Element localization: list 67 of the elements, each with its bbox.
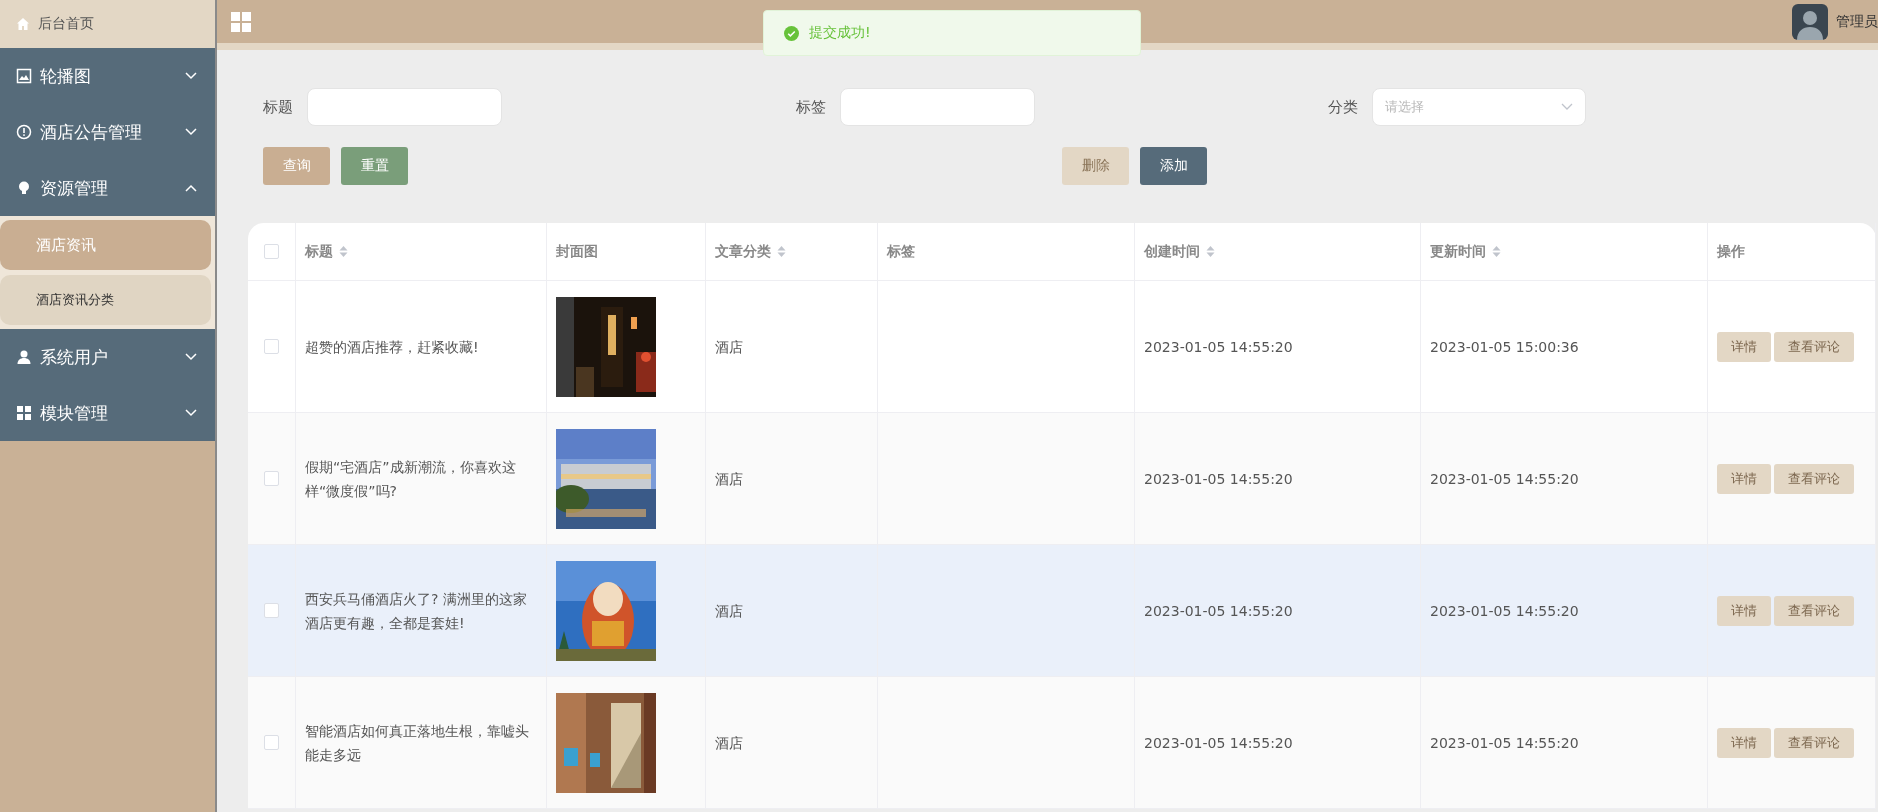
sort-icon[interactable]: [339, 245, 348, 258]
home-menu-item[interactable]: 后台首页: [0, 0, 215, 48]
toast-message: 提交成功!: [809, 24, 871, 42]
avatar[interactable]: [1792, 3, 1828, 40]
check-circle-icon: [784, 25, 799, 41]
checkbox[interactable]: [264, 339, 279, 354]
checkbox[interactable]: [264, 471, 279, 486]
grid-icon[interactable]: [231, 11, 251, 32]
details-button[interactable]: 详情: [1717, 727, 1771, 758]
sort-icon[interactable]: [1492, 245, 1501, 258]
category-select[interactable]: 请选择: [1372, 88, 1586, 126]
home-icon: [16, 17, 30, 31]
lightbulb-icon: [16, 180, 32, 196]
chevron-down-icon: [185, 409, 197, 417]
comments-button[interactable]: 查看评论: [1774, 331, 1854, 362]
table-cell-text: 2023-01-05 14:55:20: [1144, 469, 1293, 489]
table-cell-text: 西安兵马俑酒店火了? 满洲里的这家酒店更有趣，全都是套娃!: [305, 589, 528, 633]
submenu-item[interactable]: 酒店资讯分类: [0, 275, 211, 325]
checkbox[interactable]: [264, 735, 279, 750]
checkbox[interactable]: [264, 603, 279, 618]
image-icon: [16, 68, 32, 84]
sort-icon[interactable]: [1206, 245, 1215, 258]
comments-button[interactable]: 查看评论: [1774, 727, 1854, 758]
table-cell-text: 酒店: [715, 469, 743, 489]
table-cell-text: 智能酒店如何真正落地生根，靠嘘头能走多远: [305, 721, 530, 765]
table-cell-text: 2023-01-05 15:00:36: [1430, 337, 1579, 357]
table-cell-text: 酒店: [715, 733, 743, 753]
chevron-down-icon: [185, 353, 197, 361]
table-cell-text: 酒店: [715, 337, 743, 357]
field-label: 标题: [263, 97, 293, 117]
details-button[interactable]: 详情: [1717, 463, 1771, 494]
table-cell-text: 2023-01-05 14:55:20: [1430, 733, 1579, 753]
sidebar-item[interactable]: 资源管理: [0, 160, 215, 216]
reset-button[interactable]: 重置: [341, 147, 408, 185]
field-label: 分类: [1328, 97, 1358, 117]
query-button[interactable]: 查询: [263, 147, 330, 185]
table-cell-text: 2023-01-05 14:55:20: [1144, 733, 1293, 753]
sidebar-item[interactable]: 酒店公告管理: [0, 104, 215, 160]
sort-icon[interactable]: [777, 245, 786, 258]
chevron-down-icon: [1561, 103, 1573, 111]
grid-icon: [16, 405, 32, 421]
table-cell-text: 2023-01-05 14:55:20: [1430, 469, 1579, 489]
sidebar-item[interactable]: 轮播图: [0, 48, 215, 104]
checkbox[interactable]: [264, 244, 279, 259]
table-cell-text: 2023-01-05 14:55:20: [1430, 601, 1579, 621]
chevron-down-icon: [185, 72, 197, 80]
details-button[interactable]: 详情: [1717, 595, 1771, 626]
comments-button[interactable]: 查看评论: [1774, 463, 1854, 494]
comments-button[interactable]: 查看评论: [1774, 595, 1854, 626]
table-cell-text: 假期“宅酒店”成新潮流，你喜欢这样“微度假”吗?: [305, 457, 517, 501]
field-label: 标签: [796, 97, 826, 117]
user-icon: [16, 349, 32, 365]
sidebar-item[interactable]: 模块管理: [0, 385, 215, 441]
info-icon: [16, 124, 32, 140]
table-cell-text: 酒店: [715, 601, 743, 621]
submenu-item[interactable]: 酒店资讯: [0, 220, 211, 270]
user-name: 管理员: [1836, 12, 1878, 31]
input-field[interactable]: [307, 88, 502, 126]
sidebar-item[interactable]: 系统用户: [0, 329, 215, 385]
details-button[interactable]: 详情: [1717, 331, 1771, 362]
input-field[interactable]: [840, 88, 1035, 126]
chevron-up-icon: [185, 184, 197, 192]
chevron-down-icon: [185, 128, 197, 136]
table-cell-text: 超赞的酒店推荐，赶紧收藏!: [305, 337, 479, 357]
table-cell-text: 2023-01-05 14:55:20: [1144, 601, 1293, 621]
add-button[interactable]: 添加: [1140, 147, 1207, 185]
table-cell-text: 2023-01-05 14:55:20: [1144, 337, 1293, 357]
